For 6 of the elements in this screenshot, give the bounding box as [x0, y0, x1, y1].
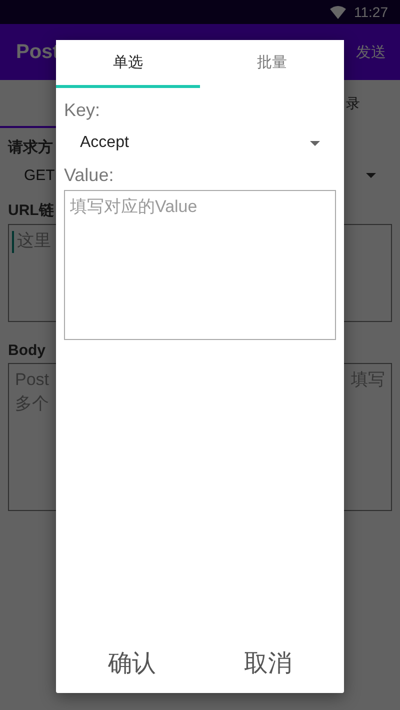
- field-label: Value:: [64, 165, 114, 186]
- field-label: URL链: [8, 201, 54, 220]
- field-label: Body: [8, 342, 46, 359]
- field-label: 请求方: [8, 138, 53, 157]
- field-label: Key:: [64, 100, 100, 121]
- clock: 11:27: [354, 4, 388, 20]
